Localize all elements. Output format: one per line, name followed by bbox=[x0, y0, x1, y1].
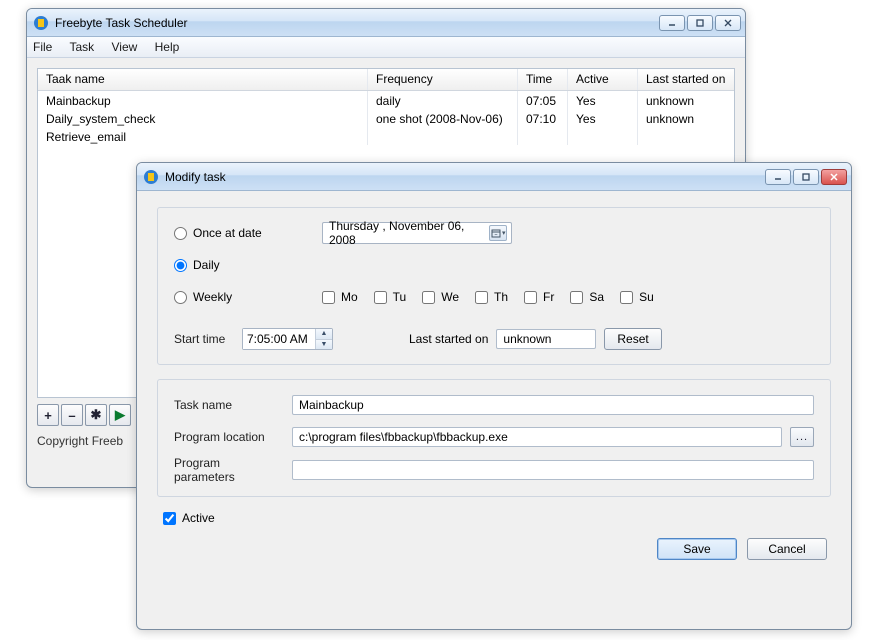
table-row[interactable]: Daily_system_check one shot (2008-Nov-06… bbox=[38, 109, 734, 127]
cell-time: 07:05 bbox=[518, 91, 568, 109]
cell-last: unknown bbox=[638, 109, 734, 127]
day-su[interactable]: Su bbox=[620, 290, 654, 304]
start-time-label: Start time bbox=[174, 332, 234, 346]
app-icon bbox=[143, 169, 159, 185]
main-titlebar[interactable]: Freebyte Task Scheduler bbox=[27, 9, 745, 37]
cell-name: Daily_system_check bbox=[38, 109, 368, 127]
active-label: Active bbox=[182, 511, 215, 525]
minimize-button[interactable] bbox=[659, 15, 685, 31]
weekly-label: Weekly bbox=[193, 290, 232, 304]
modal-titlebar[interactable]: Modify task bbox=[137, 163, 851, 191]
cell-active bbox=[568, 127, 638, 145]
col-time[interactable]: Time bbox=[518, 69, 568, 90]
calendar-icon[interactable]: ▾ bbox=[489, 225, 507, 241]
daily-label: Daily bbox=[193, 258, 220, 272]
schedule-group: Once at date Thursday , November 06, 200… bbox=[157, 207, 831, 365]
minimize-button[interactable] bbox=[765, 169, 791, 185]
task-name-label: Task name bbox=[174, 398, 284, 412]
spin-down-icon[interactable]: ▼ bbox=[316, 340, 332, 350]
date-picker[interactable]: Thursday , November 06, 2008 ▾ bbox=[322, 222, 512, 244]
menu-view[interactable]: View bbox=[112, 40, 138, 54]
modify-task-dialog: Modify task Once at date Thursday , Nove… bbox=[136, 162, 852, 630]
browse-button[interactable]: ... bbox=[790, 427, 814, 447]
cell-freq: one shot (2008-Nov-06) bbox=[368, 109, 518, 127]
cell-name: Mainbackup bbox=[38, 91, 368, 109]
active-checkbox[interactable]: Active bbox=[163, 511, 215, 525]
day-th[interactable]: Th bbox=[475, 290, 508, 304]
last-started-label: Last started on bbox=[409, 332, 488, 346]
date-value: Thursday , November 06, 2008 bbox=[329, 219, 489, 247]
daily-radio[interactable]: Daily bbox=[174, 258, 220, 272]
table-row[interactable]: Retrieve_email bbox=[38, 127, 734, 145]
add-button[interactable]: + bbox=[37, 404, 59, 426]
cell-active: Yes bbox=[568, 91, 638, 109]
menubar: File Task View Help bbox=[27, 37, 745, 58]
day-sa[interactable]: Sa bbox=[570, 290, 604, 304]
cell-name: Retrieve_email bbox=[38, 127, 368, 145]
maximize-button[interactable] bbox=[793, 169, 819, 185]
dialog-buttons: Save Cancel bbox=[157, 532, 831, 562]
list-header: Taak name Frequency Time Active Last sta… bbox=[38, 69, 734, 91]
modal-client: Once at date Thursday , November 06, 200… bbox=[137, 191, 851, 574]
col-active[interactable]: Active bbox=[568, 69, 638, 90]
day-tu[interactable]: Tu bbox=[374, 290, 407, 304]
menu-task[interactable]: Task bbox=[69, 40, 94, 54]
weekly-radio[interactable]: Weekly bbox=[174, 290, 314, 304]
modal-title: Modify task bbox=[165, 170, 765, 184]
cancel-button[interactable]: Cancel bbox=[747, 538, 827, 560]
once-radio[interactable]: Once at date bbox=[174, 226, 314, 240]
note-button[interactable]: ✱ bbox=[85, 404, 107, 426]
task-name-input[interactable] bbox=[292, 395, 814, 415]
day-mo[interactable]: Mo bbox=[322, 290, 358, 304]
col-frequency[interactable]: Frequency bbox=[368, 69, 518, 90]
cell-last bbox=[638, 127, 734, 145]
col-name[interactable]: Taak name bbox=[38, 69, 368, 90]
cell-last: unknown bbox=[638, 91, 734, 109]
weekday-checks: Mo Tu We Th Fr Sa Su bbox=[322, 290, 654, 304]
start-time-spinner[interactable]: ▲▼ bbox=[242, 328, 333, 350]
menu-file[interactable]: File bbox=[33, 40, 52, 54]
program-location-label: Program location bbox=[174, 430, 284, 444]
cell-active: Yes bbox=[568, 109, 638, 127]
col-last-started[interactable]: Last started on bbox=[638, 69, 734, 90]
program-params-label: Program parameters bbox=[174, 456, 284, 484]
cell-time: 07:10 bbox=[518, 109, 568, 127]
day-we[interactable]: We bbox=[422, 290, 459, 304]
spin-up-icon[interactable]: ▲ bbox=[316, 329, 332, 340]
main-title: Freebyte Task Scheduler bbox=[55, 16, 659, 30]
cell-freq bbox=[368, 127, 518, 145]
task-group: Task name Program location ... Program p… bbox=[157, 379, 831, 497]
day-fr[interactable]: Fr bbox=[524, 290, 554, 304]
program-params-input[interactable] bbox=[292, 460, 814, 480]
cell-time bbox=[518, 127, 568, 145]
reset-button[interactable]: Reset bbox=[604, 328, 661, 350]
close-button[interactable] bbox=[715, 15, 741, 31]
remove-button[interactable]: – bbox=[61, 404, 83, 426]
last-started-field[interactable] bbox=[496, 329, 596, 349]
maximize-button[interactable] bbox=[687, 15, 713, 31]
once-label: Once at date bbox=[193, 226, 262, 240]
program-location-input[interactable] bbox=[292, 427, 782, 447]
start-time-input[interactable] bbox=[243, 329, 315, 349]
table-row[interactable]: Mainbackup daily 07:05 Yes unknown bbox=[38, 91, 734, 109]
cell-freq: daily bbox=[368, 91, 518, 109]
menu-help[interactable]: Help bbox=[155, 40, 180, 54]
app-icon bbox=[33, 15, 49, 31]
save-button[interactable]: Save bbox=[657, 538, 737, 560]
close-button[interactable] bbox=[821, 169, 847, 185]
play-button[interactable]: ▶ bbox=[109, 404, 131, 426]
